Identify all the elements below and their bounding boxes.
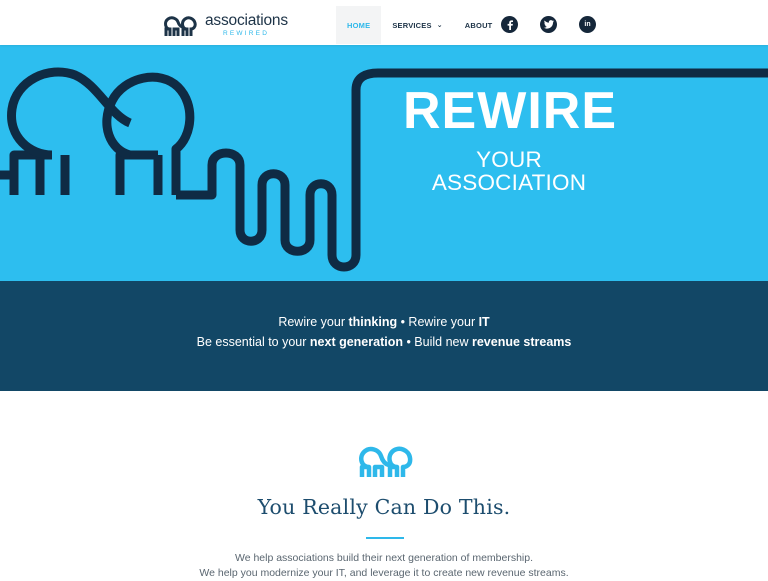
nav-item-home[interactable]: HOME (336, 6, 382, 44)
twitter-icon[interactable] (540, 16, 557, 33)
linkedin-icon[interactable]: in (579, 16, 596, 33)
hero-banner: REWIRE YOUR ASSOCIATION (0, 45, 768, 281)
site-logo[interactable]: associations REWIRED (163, 10, 293, 40)
nav-item-label: HOME (347, 20, 371, 30)
tagline-text: Be essential to your (196, 335, 310, 349)
logo-mark-icon (164, 16, 197, 36)
tagline-bold: next generation (309, 335, 403, 349)
logo-name: associations (205, 12, 288, 29)
tagline-bold: IT (478, 315, 490, 329)
description-line-2: We help you modernize your IT, and lever… (199, 567, 569, 579)
description-line-1: We help associations build their next ge… (234, 552, 534, 564)
tagline-line-1: Rewire your thinking • Rewire your IT (0, 312, 768, 332)
intro-section: You Really Can Do This. We help associat… (0, 391, 768, 579)
main-nav: HOME SERVICES ⌄ ABOUT (336, 6, 503, 44)
tagline-band: Rewire your thinking • Rewire your IT Be… (0, 281, 768, 391)
nav-item-services[interactable]: SERVICES ⌄ (381, 6, 453, 44)
nav-item-label: SERVICES (392, 20, 432, 30)
logo-subtitle: REWIRED (223, 30, 270, 37)
tagline-text: • Build new (402, 335, 472, 349)
hero-subtitle: YOUR ASSOCIATION (431, 147, 587, 195)
tagline-text: Rewire your (278, 315, 349, 329)
tagline-bold: revenue streams (471, 335, 572, 349)
site-header: associations REWIRED HOME SERVICES ⌄ ABO… (0, 0, 768, 45)
nav-item-about[interactable]: ABOUT (454, 6, 504, 44)
tagline-line-2: Be essential to your next generation • B… (0, 332, 768, 352)
section-description: We help associations build their next ge… (0, 551, 768, 581)
heading-divider (366, 537, 404, 539)
tagline-bold: thinking (348, 315, 398, 329)
chevron-down-icon: ⌄ (436, 22, 443, 29)
wire-logo-graphic (0, 67, 768, 272)
section-heading: You Really Can Do This. (257, 495, 511, 519)
nav-item-label: ABOUT (464, 20, 493, 30)
facebook-icon[interactable] (501, 16, 518, 33)
logo-mark-icon (359, 446, 413, 477)
tagline-text: • Rewire your (397, 315, 479, 329)
hero-title: REWIRE (403, 82, 617, 140)
